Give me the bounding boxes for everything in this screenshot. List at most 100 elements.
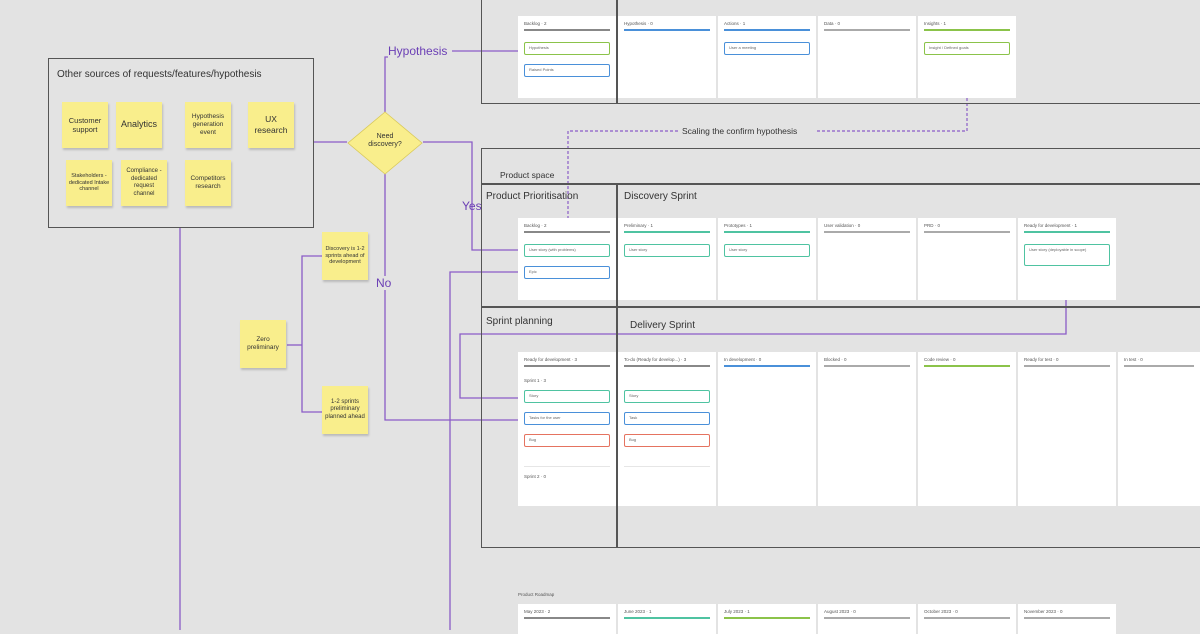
column-header: Ready for development · 3 — [524, 357, 578, 362]
column-header: Preliminary · 1 — [624, 223, 654, 228]
board-bot-col: Ready for test · 0 — [1018, 352, 1116, 506]
card-user-story[interactable]: User story (with problems) — [524, 244, 610, 257]
card-raised-points[interactable]: Raised Points — [524, 64, 610, 77]
product-space-label: Product space — [500, 170, 555, 180]
column-header: August 2023 · 0 — [824, 609, 856, 614]
board-mid-col: User validation · 0 — [818, 218, 916, 300]
column-header: User validation · 0 — [824, 223, 861, 228]
sticky-preliminary-planned[interactable]: 1-2 sprints preliminary planned ahead — [322, 386, 368, 434]
decision-label: Need discovery? — [368, 133, 402, 149]
yes-label: Yes — [462, 199, 482, 213]
board-mid-col: Backlog · 2 User story (with problems) E… — [518, 218, 616, 300]
card-story[interactable]: Story — [524, 390, 610, 403]
board-mid-col: Prototypes · 1 User story — [718, 218, 816, 300]
card-hypothesis[interactable]: Hypothesis — [524, 42, 610, 55]
column-divider — [1024, 365, 1110, 367]
column-header: Insights · 1 — [924, 21, 947, 26]
scaling-label: Scaling the confirm hypothesis — [680, 126, 800, 136]
board-bot-col: In test · 0 — [1118, 352, 1200, 506]
sprint-1-label: Sprint 1 · 3 — [524, 378, 547, 383]
board-bot-col: Code review · 0 — [918, 352, 1016, 506]
column-divider — [724, 231, 810, 233]
column-divider — [724, 29, 810, 31]
column-divider — [924, 231, 1010, 233]
column-divider — [524, 365, 610, 367]
board-top-col: Hypothesis · 0 — [618, 16, 716, 98]
column-header: October 2023 · 0 — [924, 609, 958, 614]
board-bot-col: In development · 0 — [718, 352, 816, 506]
sources-title: Other sources of requests/features/hypot… — [57, 69, 262, 80]
column-header: Backlog · 2 — [524, 223, 547, 228]
discovery-sprint-label: Discovery Sprint — [624, 191, 697, 202]
board-top-col: Actions · 1 User a meeting — [718, 16, 816, 98]
column-header: Blocked · 0 — [824, 357, 847, 362]
prioritisation-frame — [481, 183, 1200, 185]
column-header: May 2023 · 2 — [524, 609, 551, 614]
board-mid-col: Ready for development · 1 User story (de… — [1018, 218, 1116, 300]
column-header: Data · 0 — [824, 21, 841, 26]
sticky-compliance[interactable]: Compliance - dedicated request channel — [121, 160, 167, 206]
column-header: Hypothesis · 0 — [624, 21, 653, 26]
column-header: Backlog · 2 — [524, 21, 547, 26]
column-divider — [824, 365, 910, 367]
column-header: Actions · 1 — [724, 21, 746, 26]
column-divider — [624, 617, 710, 619]
card-deployable-story[interactable]: User story (deployable in scope) — [1024, 244, 1110, 266]
column-header: PRD · 0 — [924, 223, 941, 228]
column-divider — [724, 617, 810, 619]
sticky-competitors[interactable]: Competitors research — [185, 160, 231, 206]
column-divider — [624, 365, 710, 367]
sticky-customer-support[interactable]: Customer support — [62, 102, 108, 148]
column-divider — [724, 365, 810, 367]
no-label: No — [376, 276, 392, 290]
column-divider — [524, 29, 610, 31]
sprint-divider — [524, 466, 610, 467]
column-header: July 2023 · 1 — [724, 609, 750, 614]
card-epic[interactable]: Epic — [524, 266, 610, 279]
card-task[interactable]: Tasks for the user — [524, 412, 610, 425]
sticky-stakeholders[interactable]: Stakeholders - dedicated Intake channel — [66, 160, 112, 206]
card-insight[interactable]: Insight / Defined goals — [924, 42, 1010, 55]
column-divider — [824, 231, 910, 233]
card-bug[interactable]: Bug — [524, 434, 610, 447]
board-mid-col: PRD · 0 — [918, 218, 1016, 300]
column-header: To-do (Ready for develop...) · 3 — [624, 357, 687, 362]
column-divider — [924, 29, 1010, 31]
sprint-planning-label: Sprint planning — [486, 316, 553, 327]
column-header: In test · 0 — [1124, 357, 1143, 362]
sticky-zero-preliminary[interactable]: Zero preliminary — [240, 320, 286, 368]
card-story[interactable]: Story — [624, 390, 710, 403]
column-divider — [924, 365, 1010, 367]
card-user-meeting[interactable]: User a meeting — [724, 42, 810, 55]
card-bug[interactable]: Bug — [624, 434, 710, 447]
card-user-story[interactable]: User story — [724, 244, 810, 257]
hypothesis-label: Hypothesis — [388, 44, 448, 58]
sprint-divider — [624, 466, 710, 467]
column-divider — [824, 29, 910, 31]
board-top-col: Data · 0 — [818, 16, 916, 98]
board-mid-col: Preliminary · 1 User story — [618, 218, 716, 300]
board-bot-col: Ready for development · 3 Sprint 1 · 3 S… — [518, 352, 616, 506]
column-divider — [524, 617, 610, 619]
product-prioritisation-label: Product Prioritisation — [486, 191, 579, 202]
column-divider — [924, 617, 1010, 619]
card-user-story[interactable]: User story — [624, 244, 710, 257]
roadmap-label: Product Roadmap — [518, 592, 555, 597]
column-header: Prototypes · 1 — [724, 223, 753, 228]
column-divider — [824, 617, 910, 619]
column-header: November 2023 · 0 — [1024, 609, 1063, 614]
column-header: Ready for test · 0 — [1024, 357, 1059, 362]
sprint-2-label: Sprint 2 · 0 — [524, 474, 547, 479]
sticky-discovery-ahead[interactable]: Discovery is 1-2 sprints ahead of develo… — [322, 232, 368, 280]
delivery-sprint-label: Delivery Sprint — [630, 320, 696, 331]
column-divider — [624, 231, 710, 233]
sticky-hypothesis-event[interactable]: Hypothesis generation event — [185, 102, 231, 148]
card-task[interactable]: Task — [624, 412, 710, 425]
board-bot-col: Blocked · 0 — [818, 352, 916, 506]
column-divider — [1024, 231, 1110, 233]
sticky-analytics[interactable]: Analytics — [116, 102, 162, 148]
board-top-col: Backlog · 2 Hypothesis Raised Points — [518, 16, 616, 98]
board-top-col: Insights · 1 Insight / Defined goals — [918, 16, 1016, 98]
column-divider — [1024, 617, 1110, 619]
sticky-ux-research[interactable]: UX research — [248, 102, 294, 148]
